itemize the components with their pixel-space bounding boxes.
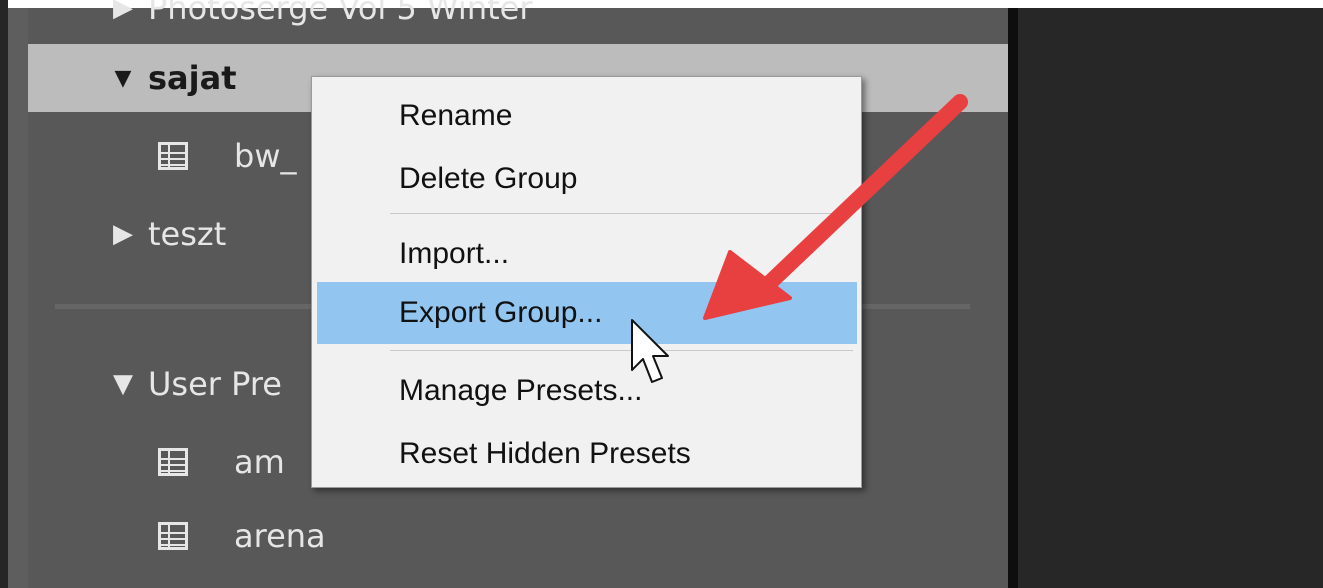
mouse-cursor-icon <box>631 319 669 383</box>
red-arrow-icon <box>703 94 968 320</box>
annotation-overlay <box>631 94 968 383</box>
